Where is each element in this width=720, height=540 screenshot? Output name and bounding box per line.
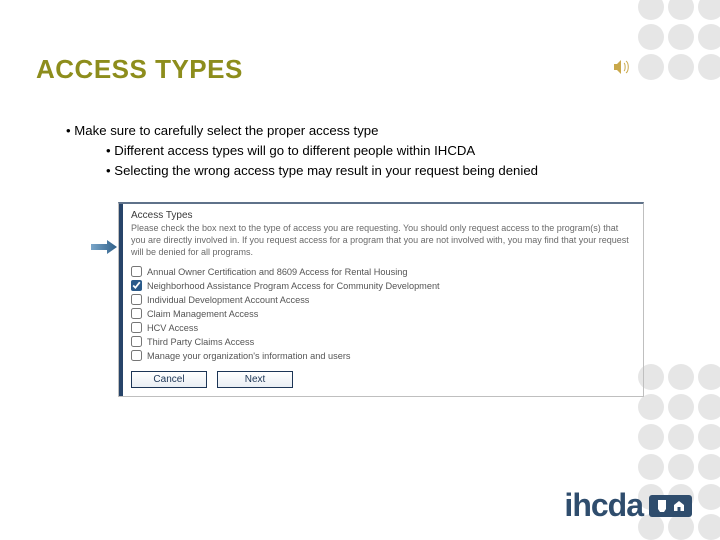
slide-title: ACCESS TYPES <box>36 54 696 85</box>
access-type-option[interactable]: Annual Owner Certification and 8609 Acce… <box>131 266 635 277</box>
bullet-list: • Make sure to carefully select the prop… <box>36 121 696 180</box>
access-type-option[interactable]: Claim Management Access <box>131 308 635 319</box>
cancel-button[interactable]: Cancel <box>131 371 207 388</box>
panel-description: Please check the box next to the type of… <box>131 223 635 258</box>
access-type-label: Annual Owner Certification and 8609 Acce… <box>147 267 407 277</box>
ihcda-logo: ihcda <box>564 487 692 524</box>
access-type-checkbox[interactable] <box>131 294 142 305</box>
access-type-label: Manage your organization's information a… <box>147 351 350 361</box>
access-type-option[interactable]: Third Party Claims Access <box>131 336 635 347</box>
indiana-state-icon <box>655 499 669 513</box>
access-type-label: Third Party Claims Access <box>147 337 254 347</box>
access-type-label: HCV Access <box>147 323 198 333</box>
next-button[interactable]: Next <box>217 371 293 388</box>
pointer-arrow-icon <box>91 240 117 257</box>
panel-section-title: Access Types <box>131 210 635 221</box>
access-type-option[interactable]: Neighborhood Assistance Program Access f… <box>131 280 635 291</box>
access-type-option[interactable]: HCV Access <box>131 322 635 333</box>
access-type-label: Claim Management Access <box>147 309 258 319</box>
bullet-main: Make sure to carefully select the proper… <box>74 123 378 138</box>
logo-text: ihcda <box>564 487 643 524</box>
access-type-option[interactable]: Individual Development Account Access <box>131 294 635 305</box>
access-type-option[interactable]: Manage your organization's information a… <box>131 350 635 361</box>
access-type-checkbox[interactable] <box>131 336 142 347</box>
access-type-checkbox[interactable] <box>131 308 142 319</box>
house-icon <box>672 499 686 513</box>
access-type-checkbox[interactable] <box>131 350 142 361</box>
bullet-sub-2: Selecting the wrong access type may resu… <box>114 163 538 178</box>
access-type-checkbox[interactable] <box>131 266 142 277</box>
access-types-panel: Access Types Please check the box next t… <box>118 202 644 397</box>
bullet-sub-1: Different access types will go to differ… <box>114 143 475 158</box>
access-type-checkbox[interactable] <box>131 280 142 291</box>
logo-badge <box>649 495 692 517</box>
access-type-label: Individual Development Account Access <box>147 295 309 305</box>
access-type-checkbox[interactable] <box>131 322 142 333</box>
access-type-label: Neighborhood Assistance Program Access f… <box>147 281 440 291</box>
